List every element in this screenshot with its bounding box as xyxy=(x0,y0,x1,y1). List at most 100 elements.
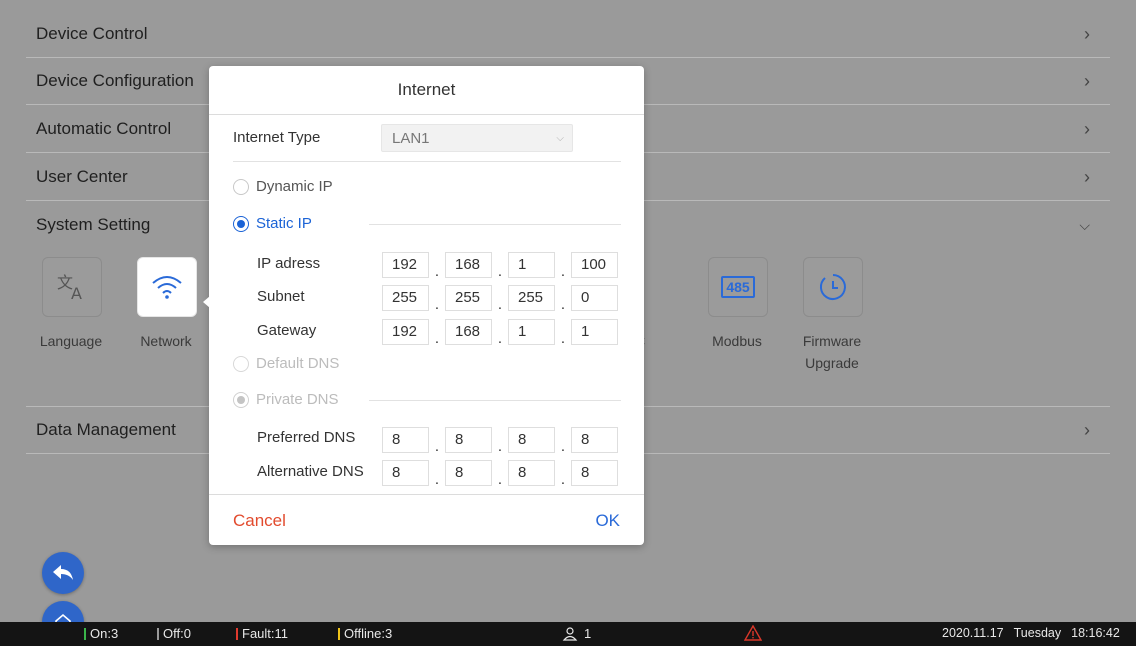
language-label: Language xyxy=(39,333,103,349)
off-indicator xyxy=(157,627,159,640)
dialog-pointer xyxy=(203,296,210,308)
radio-icon xyxy=(233,178,249,195)
subnet-octet-input[interactable]: 0 xyxy=(571,285,618,311)
ip-address-label: IP adress xyxy=(257,255,321,272)
dialog-footer: Cancel OK xyxy=(209,494,644,546)
status-on: On:3 xyxy=(84,626,118,641)
back-button[interactable] xyxy=(42,552,84,594)
firmware-label-line1: Firmware xyxy=(802,333,862,349)
menu-device-control[interactable]: Device Control › xyxy=(26,11,1110,58)
firmware-upgrade-tile[interactable] xyxy=(803,257,863,317)
fault-indicator xyxy=(236,627,238,640)
network-tile[interactable] xyxy=(137,257,197,317)
dialog-title: Internet xyxy=(209,66,644,115)
alternative-dns-input: 8 . 8 . 8 . 8 xyxy=(382,460,618,488)
gateway-octet-input[interactable]: 1 xyxy=(508,319,555,345)
warning-icon xyxy=(744,625,762,641)
status-offline-text: Offline:3 xyxy=(344,626,393,641)
default-dns-label: Default DNS xyxy=(256,355,340,372)
menu-label: System Setting xyxy=(36,215,151,234)
menu-label: Device Control xyxy=(36,24,148,43)
modbus-tile[interactable]: 485 xyxy=(708,257,768,317)
internet-type-select[interactable]: LAN1 ⌵ xyxy=(381,124,573,152)
language-tile[interactable]: 文 A xyxy=(42,257,102,317)
default-dns-radio[interactable]: Default DNS xyxy=(233,355,339,372)
ip-separator: . xyxy=(560,437,566,455)
alternative-dns-octet-input[interactable]: 8 xyxy=(571,460,618,486)
network-label: Network xyxy=(140,333,192,349)
ip-separator: . xyxy=(497,437,503,455)
ip-separator: . xyxy=(434,470,440,488)
divider xyxy=(233,161,621,162)
ok-button[interactable]: OK xyxy=(595,511,620,531)
preferred-dns-octet-input[interactable]: 8 xyxy=(382,427,429,453)
radio-icon xyxy=(233,355,249,372)
subnet-input: 255 . 255 . 255 . 0 xyxy=(382,285,618,313)
ip-octet-input[interactable]: 168 xyxy=(445,252,492,278)
preferred-dns-input: 8 . 8 . 8 . 8 xyxy=(382,427,618,455)
preferred-dns-octet-input[interactable]: 8 xyxy=(508,427,555,453)
status-users[interactable]: 1 xyxy=(562,626,591,641)
alternative-dns-octet-input[interactable]: 8 xyxy=(508,460,555,486)
chevron-down-icon: ⌵ xyxy=(1079,216,1090,233)
gateway-label: Gateway xyxy=(257,322,317,339)
subnet-octet-input[interactable]: 255 xyxy=(382,285,429,311)
preferred-dns-label: Preferred DNS xyxy=(257,429,356,446)
ip-address-input: 192 . 168 . 1 . 100 xyxy=(382,252,618,280)
firmware-label: Firmware Upgrade xyxy=(792,330,872,374)
menu-label: User Center xyxy=(36,167,128,186)
divider xyxy=(369,400,621,401)
status-offline: Offline:3 xyxy=(338,626,392,641)
ip-separator: . xyxy=(434,329,440,347)
gateway-octet-input[interactable]: 192 xyxy=(382,319,429,345)
dynamic-ip-radio[interactable]: Dynamic IP xyxy=(233,178,333,195)
static-ip-radio[interactable]: Static IP xyxy=(233,215,312,232)
ip-octet-input[interactable]: 100 xyxy=(571,252,618,278)
language-icon: 文 A xyxy=(57,273,82,302)
ip-separator: . xyxy=(560,329,566,347)
private-dns-radio[interactable]: Private DNS xyxy=(233,391,339,408)
internet-type-value: LAN1 xyxy=(392,130,430,147)
ip-separator: . xyxy=(497,329,503,347)
wifi-icon xyxy=(152,276,182,299)
modbus-label: Modbus xyxy=(712,333,762,349)
ip-octet-input[interactable]: 1 xyxy=(508,252,555,278)
modbus-icon: 485 xyxy=(721,276,755,298)
ip-separator: . xyxy=(560,295,566,313)
subnet-label: Subnet xyxy=(257,288,305,305)
status-off: Off:0 xyxy=(157,626,191,641)
ip-octet-input[interactable]: 192 xyxy=(382,252,429,278)
alternative-dns-octet-input[interactable]: 8 xyxy=(445,460,492,486)
on-indicator xyxy=(84,627,86,640)
chevron-down-icon: ⌵ xyxy=(556,133,564,144)
chevron-right-icon: › xyxy=(1084,118,1090,139)
dynamic-ip-label: Dynamic IP xyxy=(256,178,333,195)
status-fault-text: Fault:11 xyxy=(242,626,289,641)
ip-separator: . xyxy=(434,262,440,280)
status-bar: On:3 Off:0 Fault:11 Offline:3 1 2020.11.… xyxy=(0,622,1136,646)
radio-selected-icon xyxy=(233,215,249,232)
preferred-dns-octet-input[interactable]: 8 xyxy=(445,427,492,453)
internet-dialog: Internet Internet Type LAN1 ⌵ Dynamic IP… xyxy=(209,66,644,545)
gateway-octet-input[interactable]: 1 xyxy=(571,319,618,345)
firmware-label-line2: Upgrade xyxy=(805,355,859,371)
alternative-dns-octet-input[interactable]: 8 xyxy=(382,460,429,486)
gateway-octet-input[interactable]: 168 xyxy=(445,319,492,345)
gateway-input: 192 . 168 . 1 . 1 xyxy=(382,319,618,347)
ip-separator: . xyxy=(434,295,440,313)
status-warning[interactable] xyxy=(744,625,762,641)
ip-separator: . xyxy=(560,262,566,280)
status-users-text: 1 xyxy=(584,626,592,641)
preferred-dns-octet-input[interactable]: 8 xyxy=(571,427,618,453)
ip-separator: . xyxy=(497,470,503,488)
user-icon xyxy=(562,626,578,641)
status-off-text: Off:0 xyxy=(163,626,191,641)
subnet-octet-input[interactable]: 255 xyxy=(445,285,492,311)
static-ip-label: Static IP xyxy=(256,215,312,232)
menu-label: Automatic Control xyxy=(36,119,172,138)
private-dns-label: Private DNS xyxy=(256,391,339,408)
back-arrow-icon xyxy=(53,565,73,580)
chevron-right-icon: › xyxy=(1084,419,1090,440)
cancel-button[interactable]: Cancel xyxy=(233,511,286,531)
subnet-octet-input[interactable]: 255 xyxy=(508,285,555,311)
